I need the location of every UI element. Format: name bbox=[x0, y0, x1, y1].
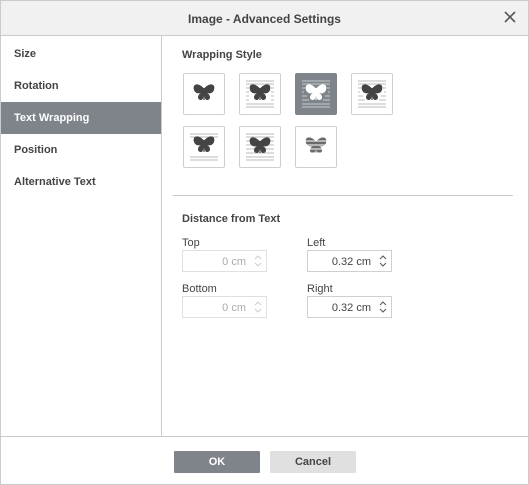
ok-button[interactable]: OK bbox=[174, 451, 260, 473]
settings-sidebar: Size Rotation Text Wrapping Position Alt… bbox=[1, 36, 162, 436]
top-label: Top bbox=[182, 237, 200, 249]
spinner-arrows-icon bbox=[254, 301, 262, 313]
wrap-square-button[interactable] bbox=[239, 73, 281, 115]
distance-from-text-title: Distance from Text bbox=[182, 213, 281, 225]
advanced-settings-dialog: Image - Advanced Settings Size Rotation … bbox=[0, 0, 529, 485]
wrap-inline-button[interactable] bbox=[183, 73, 225, 115]
bottom-distance-value: 0 cm bbox=[222, 302, 246, 314]
wrap-tight-icon bbox=[302, 80, 330, 108]
right-distance-value: 0.32 cm bbox=[331, 302, 371, 314]
wrap-in-front-button[interactable] bbox=[239, 126, 281, 168]
wrap-through-button[interactable] bbox=[351, 73, 393, 115]
wrapping-style-title: Wrapping Style bbox=[182, 49, 262, 61]
close-icon[interactable] bbox=[502, 9, 518, 25]
text-wrapping-panel: Wrapping Style Distance from Text Top 0 … bbox=[162, 36, 528, 436]
spinner-arrows-icon bbox=[379, 255, 387, 267]
bottom-distance-spinner[interactable]: 0 cm bbox=[182, 296, 267, 318]
left-distance-spinner[interactable]: 0.32 cm bbox=[307, 250, 392, 272]
section-divider bbox=[173, 195, 513, 196]
wrap-through-icon bbox=[358, 80, 386, 108]
wrap-behind-button[interactable] bbox=[295, 126, 337, 168]
cancel-button[interactable]: Cancel bbox=[270, 451, 356, 473]
sidebar-item-text-wrapping[interactable]: Text Wrapping bbox=[1, 102, 161, 134]
sidebar-item-alternative-text[interactable]: Alternative Text bbox=[1, 166, 161, 198]
sidebar-item-size[interactable]: Size bbox=[1, 38, 161, 70]
top-distance-spinner[interactable]: 0 cm bbox=[182, 250, 267, 272]
sidebar-item-position[interactable]: Position bbox=[1, 134, 161, 166]
dialog-titlebar: Image - Advanced Settings bbox=[1, 1, 528, 36]
wrap-tight-button[interactable] bbox=[295, 73, 337, 115]
top-distance-value: 0 cm bbox=[222, 256, 246, 268]
left-label: Left bbox=[307, 237, 326, 249]
wrap-inline-icon bbox=[193, 84, 215, 100]
dialog-title: Image - Advanced Settings bbox=[188, 12, 341, 26]
spinner-arrows-icon bbox=[254, 255, 262, 267]
right-distance-spinner[interactable]: 0.32 cm bbox=[307, 296, 392, 318]
wrap-top-bottom-icon bbox=[190, 133, 218, 161]
spinner-arrows-icon bbox=[379, 301, 387, 313]
wrap-square-icon bbox=[246, 80, 274, 108]
wrap-in-front-icon bbox=[246, 133, 274, 161]
right-label: Right bbox=[307, 283, 333, 295]
left-distance-value: 0.32 cm bbox=[331, 256, 371, 268]
wrap-behind-icon bbox=[302, 133, 330, 161]
dialog-footer: OK Cancel bbox=[1, 436, 528, 485]
wrap-top-bottom-button[interactable] bbox=[183, 126, 225, 168]
sidebar-item-rotation[interactable]: Rotation bbox=[1, 70, 161, 102]
bottom-label: Bottom bbox=[182, 283, 217, 295]
